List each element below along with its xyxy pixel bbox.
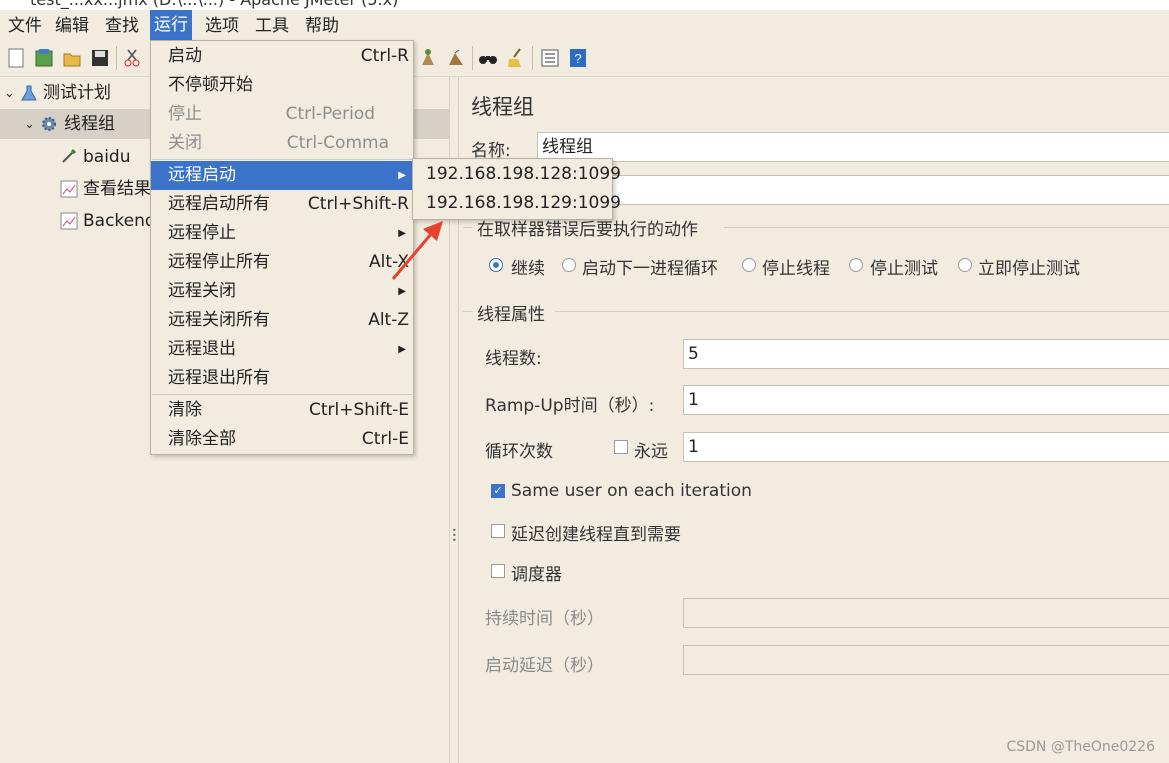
menu-item-stop[interactable]: 停止 Ctrl-Period	[151, 100, 413, 129]
toolbar-separator	[472, 46, 473, 70]
menubar: 文件 编辑 查找 运行 选项 工具 帮助	[0, 10, 1169, 40]
chart-icon	[60, 212, 78, 230]
tree-node-label: 查看结果	[83, 179, 151, 199]
run-menu-dropdown: 启动 Ctrl-R 不停顿开始 停止 Ctrl-Period 关闭 Ctrl-Comm…	[150, 40, 414, 455]
menu-item-start[interactable]: 启动 Ctrl-R	[151, 42, 413, 71]
menu-options[interactable]: 选项	[201, 13, 243, 39]
group-border	[555, 311, 1169, 312]
menu-item-clear-all[interactable]: 清除全部 Ctrl-E	[151, 425, 413, 454]
remote-host-item[interactable]: 192.168.198.128:1099	[426, 160, 621, 189]
radio-label: 启动下一进程循环	[582, 259, 718, 279]
duration-label: 持续时间（秒）	[485, 609, 604, 629]
pipette-icon	[62, 148, 77, 163]
tree-node-label: 测试计划	[43, 83, 111, 103]
delay-create-label: 延迟创建线程直到需要	[511, 525, 681, 545]
drag-handle-icon[interactable]: • • •	[452, 527, 457, 545]
menu-item-remote-start[interactable]: 远程启动 ▶	[151, 161, 413, 190]
submenu-arrow-icon: ▶	[398, 170, 406, 181]
tree-node-label: baidu	[83, 147, 131, 167]
menu-help[interactable]: 帮助	[301, 13, 343, 39]
startup-delay-label: 启动延迟（秒）	[485, 656, 604, 676]
templates-icon[interactable]	[34, 47, 54, 69]
menu-item-remote-shutdown-all[interactable]: 远程关闭所有 Alt-Z	[151, 306, 413, 335]
toolbar-separator	[532, 46, 533, 70]
group-border	[463, 227, 473, 228]
tree-node-label: 线程组	[64, 114, 115, 134]
radio-label: 停止线程	[762, 259, 830, 279]
menu-item-remote-start-all[interactable]: 远程启动所有 Ctrl+Shift-R	[151, 190, 413, 219]
radio-start-next-loop[interactable]	[562, 258, 576, 272]
open-folder-icon[interactable]	[62, 47, 82, 69]
window-title-bar: test_...xx...jmx (D:\...\...) - Apache J…	[0, 0, 1169, 10]
new-file-icon[interactable]	[6, 47, 26, 69]
scheduler-checkbox[interactable]	[491, 564, 505, 578]
rampup-input[interactable]: 1	[683, 385, 1169, 415]
submenu-arrow-icon: ▶	[398, 344, 406, 355]
binoculars-icon[interactable]	[478, 47, 498, 69]
same-user-checkbox[interactable]: ✓	[491, 484, 505, 498]
help-icon[interactable]: ?	[568, 47, 588, 69]
same-user-label: Same user on each iteration	[511, 481, 752, 501]
function-list-icon[interactable]	[540, 47, 560, 69]
window-title: test_...xx...jmx (D:\...\...) - Apache J…	[30, 0, 398, 9]
thread-props-group-title: 线程属性	[477, 305, 545, 325]
cut-icon[interactable]	[122, 47, 142, 69]
menu-tools[interactable]: 工具	[251, 13, 293, 39]
menu-item-clear[interactable]: 清除 Ctrl+Shift-E	[151, 396, 413, 425]
clear-all-icon[interactable]	[446, 47, 466, 69]
radio-continue[interactable]	[489, 258, 503, 272]
threads-label: 线程数:	[485, 349, 542, 369]
loop-count-input[interactable]: 1	[683, 432, 1169, 462]
menu-edit[interactable]: 编辑	[51, 13, 93, 39]
menu-separator	[152, 159, 412, 160]
radio-label: 立即停止测试	[978, 259, 1080, 279]
delay-create-checkbox[interactable]	[491, 524, 505, 538]
forever-checkbox[interactable]	[614, 440, 628, 454]
svg-text:?: ?	[574, 51, 581, 66]
radio-stop-thread[interactable]	[742, 258, 756, 272]
remote-host-item[interactable]: 192.168.198.129:1099	[426, 189, 621, 218]
watermark: CSDN @TheOne0226	[1006, 739, 1155, 755]
menu-item-remote-exit-all[interactable]: 远程退出所有	[151, 364, 413, 393]
menu-separator	[152, 394, 412, 395]
duration-input[interactable]	[683, 598, 1169, 628]
forever-label: 永远	[634, 442, 668, 462]
menu-item-remote-exit[interactable]: 远程退出 ▶	[151, 335, 413, 364]
annotation-arrow-icon	[391, 221, 443, 280]
gear-icon	[42, 117, 56, 131]
rampup-label: Ramp-Up时间（秒）:	[485, 396, 655, 416]
menu-search[interactable]: 查找	[101, 13, 143, 39]
flask-icon	[21, 85, 37, 101]
loop-count-label: 循环次数	[485, 442, 553, 462]
menu-item-remote-shutdown[interactable]: 远程关闭 ▶	[151, 277, 413, 306]
radio-label: 停止测试	[870, 259, 938, 279]
radio-stop-test[interactable]	[849, 258, 863, 272]
comment-field[interactable]	[537, 175, 1169, 205]
chevron-down-icon[interactable]: ⌄	[24, 110, 35, 140]
broom-icon[interactable]	[506, 47, 526, 69]
radio-label: 继续	[511, 259, 545, 279]
menu-item-shutdown[interactable]: 关闭 Ctrl-Comma	[151, 129, 413, 158]
tree-node-label: Backend	[83, 211, 156, 231]
toolbar-separator	[116, 46, 117, 70]
menu-run[interactable]: 运行	[150, 10, 192, 40]
menu-file[interactable]: 文件	[4, 13, 46, 39]
chart-icon	[60, 180, 78, 198]
page-title: 线程组	[471, 95, 534, 119]
group-border	[724, 227, 1169, 228]
save-icon[interactable]	[90, 47, 110, 69]
startup-delay-input[interactable]	[683, 645, 1169, 675]
scheduler-label: 调度器	[511, 565, 562, 585]
menu-item-start-no-pauses[interactable]: 不停顿开始	[151, 71, 413, 100]
menu-item-remote-stop-all[interactable]: 远程停止所有 Alt-X	[151, 248, 413, 277]
chevron-down-icon[interactable]: ⌄	[4, 79, 15, 109]
clear-icon[interactable]	[418, 47, 438, 69]
radio-stop-test-now[interactable]	[958, 258, 972, 272]
threads-input[interactable]: 5	[683, 339, 1169, 369]
menu-item-remote-stop[interactable]: 远程停止 ▶	[151, 219, 413, 248]
name-field[interactable]: 线程组	[537, 132, 1169, 162]
remote-start-submenu: 192.168.198.128:1099 192.168.198.129:109…	[412, 158, 621, 220]
group-border	[463, 311, 473, 312]
